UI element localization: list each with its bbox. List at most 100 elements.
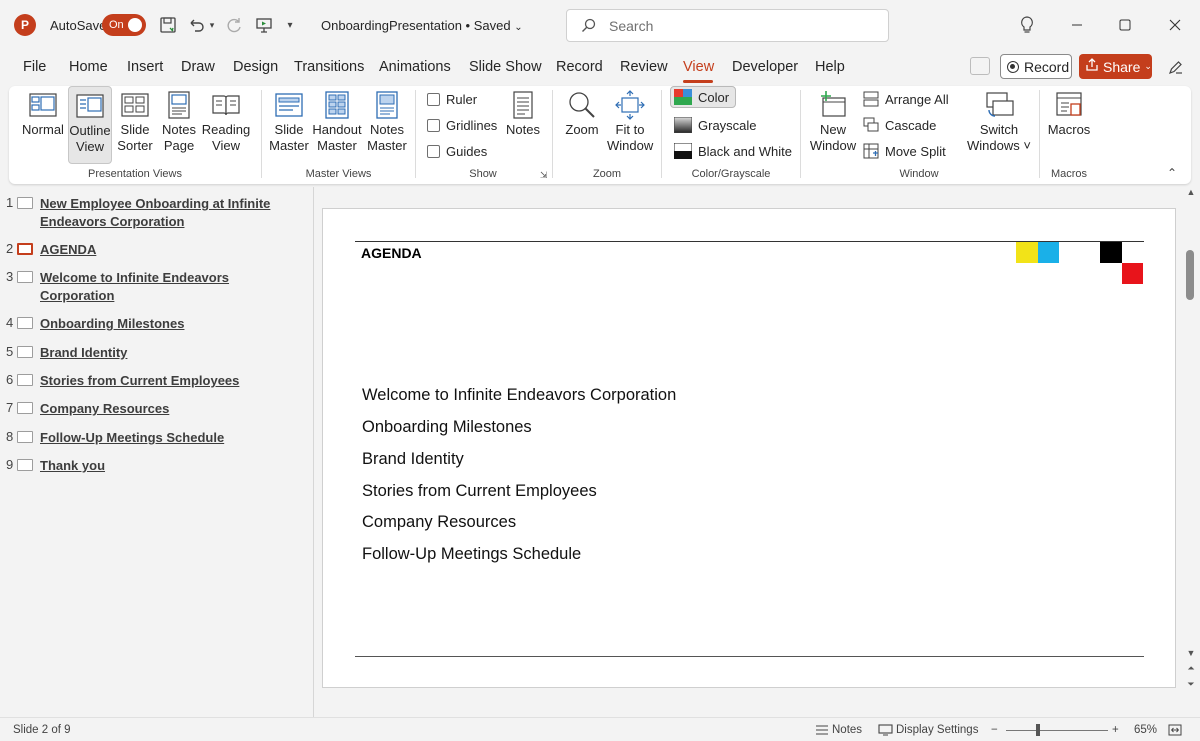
handout-master-button[interactable]: Handout Master [311, 90, 363, 162]
tab-developer[interactable]: Developer [732, 59, 798, 75]
tab-insert[interactable]: Insert [127, 59, 163, 75]
slide-thumbnail-icon[interactable] [17, 459, 33, 471]
scroll-down-icon[interactable]: ▼ [1186, 648, 1196, 658]
previous-slide-icon[interactable]: ⏶ [1186, 663, 1196, 674]
undo-icon[interactable] [185, 14, 207, 36]
tab-record[interactable]: Record [556, 59, 603, 75]
tab-help[interactable]: Help [815, 59, 845, 75]
scrollbar-thumb[interactable] [1186, 250, 1194, 300]
tab-file[interactable]: File [23, 59, 46, 75]
show-dialog-launcher-icon[interactable]: ⇲ [540, 170, 548, 181]
scroll-up-icon[interactable]: ▲ [1186, 187, 1196, 197]
slide-thumbnail-icon[interactable] [17, 431, 33, 443]
collapse-ribbon-icon[interactable]: ⌃ [1167, 166, 1177, 180]
gridlines-checkbox[interactable]: Gridlines [427, 118, 497, 133]
outline-slide-7[interactable]: 7 Company Resources [0, 400, 300, 420]
slide-thumbnail-icon[interactable] [17, 243, 33, 255]
outline-slide-title[interactable]: New Employee Onboarding at Infinite Ende… [40, 195, 300, 231]
normal-view-button[interactable]: Normal [20, 90, 66, 162]
share-button[interactable]: Share ⌄ [1079, 54, 1152, 79]
redo-icon[interactable] [223, 14, 245, 36]
slide-thumbnail-icon[interactable] [17, 374, 33, 386]
zoom-in-icon[interactable]: + [1112, 724, 1119, 736]
present-from-start-icon[interactable] [253, 14, 275, 36]
tab-draw[interactable]: Draw [181, 59, 215, 75]
tab-transitions[interactable]: Transitions [294, 59, 364, 75]
slide-thumbnail-icon[interactable] [17, 271, 33, 283]
outline-slide-title[interactable]: Stories from Current Employees [40, 372, 300, 390]
outline-slide-title[interactable]: Welcome to Infinite Endeavors Corporatio… [40, 269, 260, 305]
outline-slide-title[interactable]: Thank you [40, 457, 300, 475]
save-icon[interactable] [157, 14, 179, 36]
outline-slide-2[interactable]: 2 AGENDA [0, 241, 300, 261]
outline-pane[interactable]: 1 New Employee Onboarding at Infinite En… [0, 187, 313, 717]
switch-windows-button[interactable]: Switch Windows ˅ [961, 90, 1037, 162]
outline-slide-6[interactable]: 6 Stories from Current Employees [0, 372, 300, 392]
outline-slide-5[interactable]: 5 Brand Identity [0, 344, 300, 364]
grayscale-button[interactable]: Grayscale [674, 117, 757, 133]
record-button[interactable]: Record [1000, 54, 1072, 79]
outline-slide-title[interactable]: Company Resources [40, 400, 300, 418]
cascade-button[interactable]: Cascade [863, 117, 936, 133]
guides-checkbox[interactable]: Guides [427, 144, 487, 159]
autosave-toggle[interactable]: On [102, 14, 146, 36]
feedback-icon[interactable] [1164, 56, 1188, 78]
tab-view[interactable]: View [683, 59, 714, 75]
slide-thumbnail-icon[interactable] [17, 317, 33, 329]
outline-slide-1[interactable]: 1 New Employee Onboarding at Infinite En… [0, 195, 300, 231]
customize-toolbar-icon[interactable]: ▾ [282, 14, 298, 36]
tab-review[interactable]: Review [620, 59, 668, 75]
tab-slide-show[interactable]: Slide Show [469, 59, 542, 75]
search-input[interactable]: Search [566, 9, 889, 42]
tab-design[interactable]: Design [233, 59, 278, 75]
undo-dropdown-icon[interactable]: ▾ [206, 14, 218, 36]
slide-thumbnail-icon[interactable] [17, 346, 33, 358]
outline-slide-4[interactable]: 4 Onboarding Milestones [0, 315, 300, 335]
zoom-button[interactable]: Zoom [560, 90, 604, 162]
outline-slide-8[interactable]: 8 Follow-Up Meetings Schedule [0, 429, 300, 449]
slide-sorter-button[interactable]: Slide Sorter [115, 90, 155, 162]
reading-view-button[interactable]: Reading View [201, 90, 251, 162]
document-title[interactable]: OnboardingPresentation • Saved ⌄ [321, 18, 523, 33]
zoom-slider-thumb[interactable] [1036, 724, 1040, 736]
agenda-item[interactable]: Onboarding Milestones [362, 418, 532, 437]
agenda-item[interactable]: Company Resources [362, 513, 516, 532]
agenda-item[interactable]: Welcome to Infinite Endeavors Corporatio… [362, 386, 676, 405]
outline-slide-9[interactable]: 9 Thank you [0, 457, 300, 477]
new-window-button[interactable]: New Window [809, 90, 857, 162]
outline-slide-3[interactable]: 3 Welcome to Infinite Endeavors Corporat… [0, 269, 300, 305]
fit-slide-icon[interactable] [1168, 724, 1182, 739]
slide-title[interactable]: AGENDA [361, 245, 422, 261]
outline-view-button[interactable]: Outline View [68, 86, 112, 164]
tab-home[interactable]: Home [69, 59, 108, 75]
maximize-icon[interactable] [1113, 14, 1137, 36]
tab-animations[interactable]: Animations [379, 59, 451, 75]
zoom-out-icon[interactable]: − [991, 724, 998, 736]
zoom-slider[interactable] [1006, 730, 1108, 731]
outline-slide-title[interactable]: Follow-Up Meetings Schedule [40, 429, 300, 447]
slide-thumbnail-icon[interactable] [17, 197, 33, 209]
slide-canvas[interactable] [322, 208, 1176, 688]
color-button[interactable]: Color [670, 86, 737, 108]
agenda-item[interactable]: Follow-Up Meetings Schedule [362, 545, 581, 564]
outline-slide-title[interactable]: AGENDA [40, 241, 300, 259]
outline-slide-title[interactable]: Onboarding Milestones [40, 315, 300, 333]
slide-thumbnail-icon[interactable] [17, 402, 33, 414]
agenda-item[interactable]: Stories from Current Employees [362, 482, 597, 501]
move-split-button[interactable]: Move Split [863, 143, 946, 159]
notes-button[interactable]: Notes [503, 90, 543, 162]
macros-button[interactable]: Macros [1045, 90, 1093, 162]
zoom-level[interactable]: 65% [1134, 724, 1157, 736]
notes-page-button[interactable]: Notes Page [159, 90, 199, 162]
outline-slide-title[interactable]: Brand Identity [40, 344, 300, 362]
arrange-all-button[interactable]: Arrange All [863, 91, 949, 107]
display-settings-button[interactable]: Display Settings [878, 724, 978, 736]
minimize-icon[interactable] [1065, 14, 1089, 36]
close-icon[interactable] [1163, 14, 1187, 36]
notes-master-button[interactable]: Notes Master [365, 90, 409, 162]
ruler-checkbox[interactable]: Ruler [427, 92, 477, 107]
lightbulb-icon[interactable] [1015, 14, 1039, 36]
agenda-item[interactable]: Brand Identity [362, 450, 464, 469]
slide-master-button[interactable]: Slide Master [267, 90, 311, 162]
next-slide-icon[interactable]: ⏷ [1186, 679, 1196, 690]
